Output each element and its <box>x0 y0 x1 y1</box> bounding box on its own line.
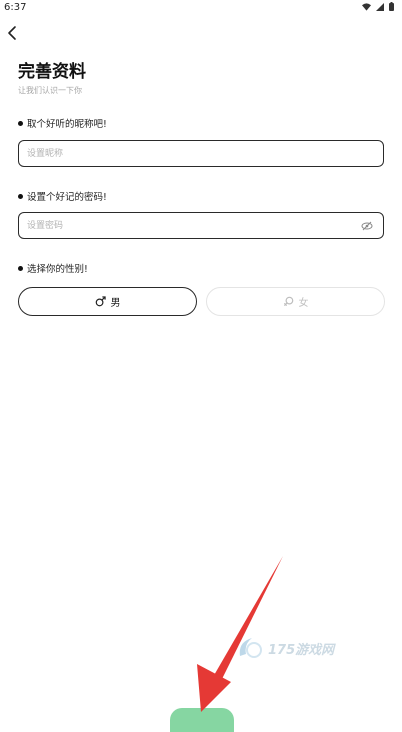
annotation-arrow-icon <box>197 556 283 712</box>
